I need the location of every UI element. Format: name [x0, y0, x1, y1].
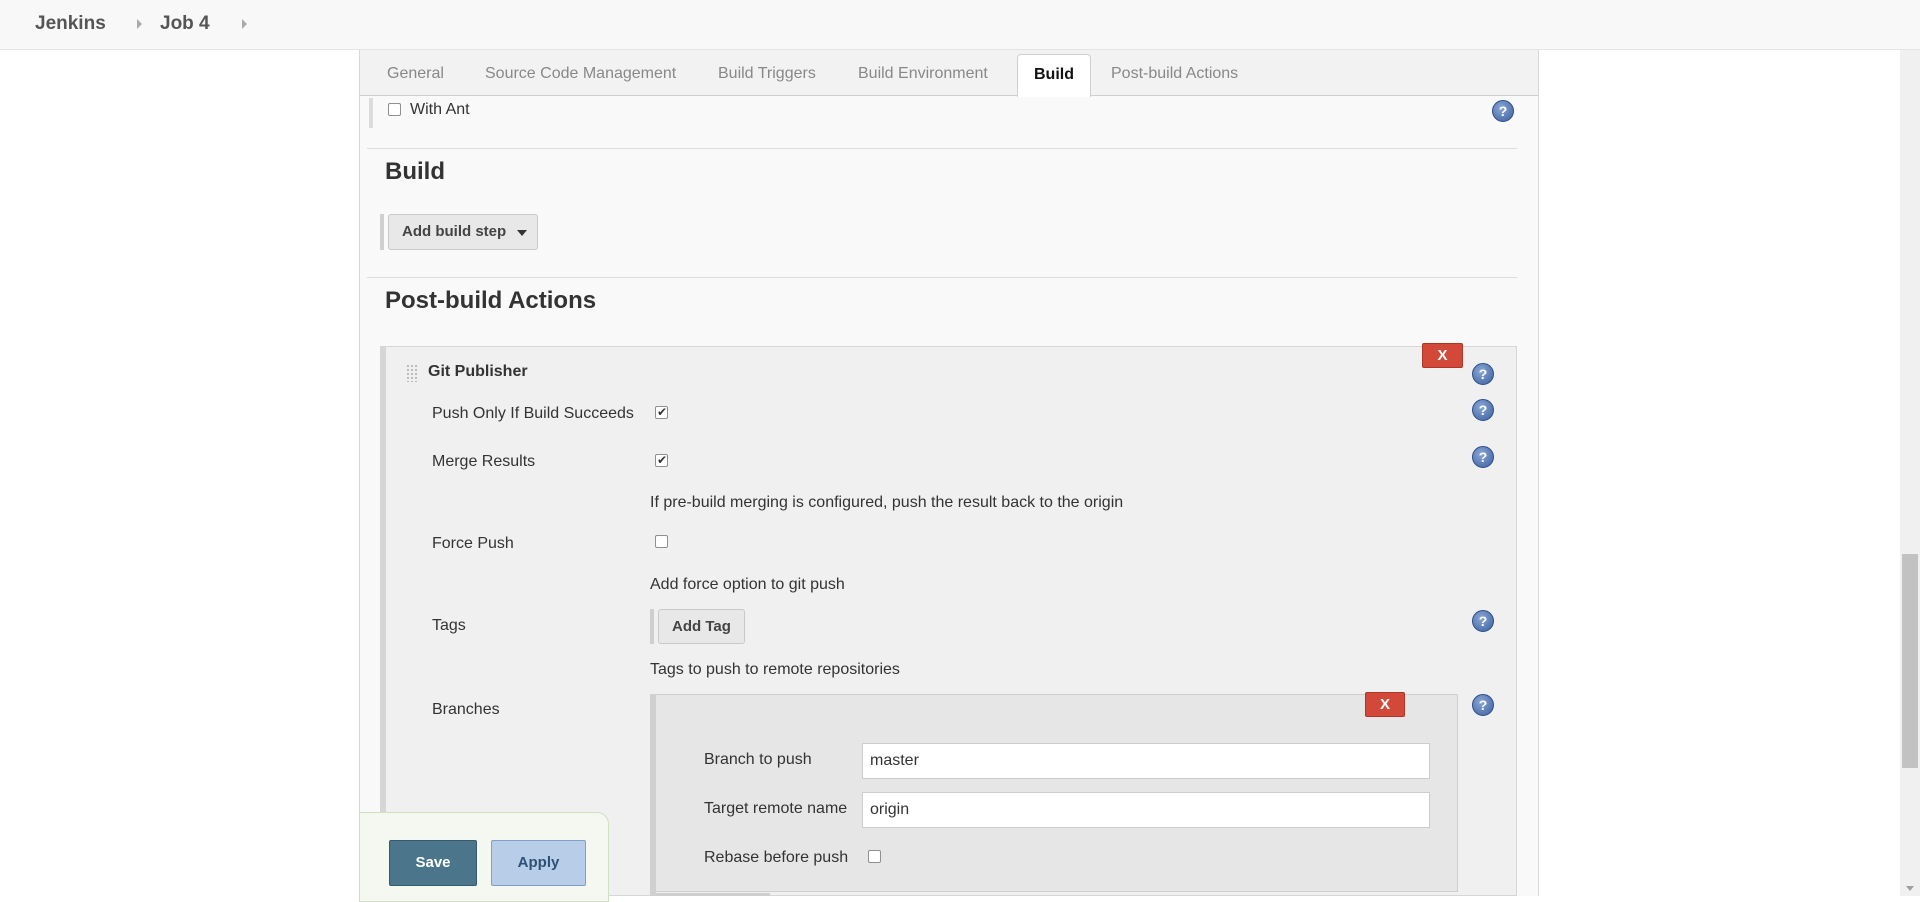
apply-button[interactable]: Apply — [491, 840, 586, 886]
branches-label: Branches — [432, 701, 500, 718]
checkmark-icon: ✔ — [657, 405, 668, 419]
target-remote-label: Target remote name — [704, 800, 848, 817]
tags-description: Tags to push to remote repositories — [650, 661, 900, 678]
post-build-section-title: Post-build Actions — [385, 287, 597, 314]
tab-build-environment[interactable]: Build Environment — [858, 50, 988, 96]
tags-label: Tags — [432, 617, 466, 634]
force-push-description: Add force option to git push — [650, 576, 845, 593]
delete-branch-button[interactable]: X — [1365, 692, 1405, 717]
drag-handle-icon[interactable] — [406, 364, 418, 382]
section-divider — [367, 277, 1517, 278]
breadcrumb-job[interactable]: Job 4 — [160, 13, 210, 35]
branches-help-icon[interactable]: ? — [1472, 694, 1494, 716]
merge-results-description: If pre-build merging is configured, push… — [650, 494, 1124, 511]
save-apply-bar: Save Apply — [359, 812, 609, 902]
add-tag-button[interactable]: Add Tag — [658, 609, 745, 644]
add-tag-bar — [650, 609, 654, 644]
section-left-bar — [369, 98, 373, 128]
git-publisher-help-icon[interactable]: ? — [1472, 363, 1494, 385]
add-build-step-label: Add build step — [402, 223, 507, 240]
save-button[interactable]: Save — [389, 840, 477, 886]
tab-build[interactable]: Build — [1017, 54, 1091, 97]
add-build-step-button[interactable]: Add build step — [388, 214, 538, 250]
with-ant-label: With Ant — [410, 101, 470, 118]
tab-general[interactable]: General — [387, 50, 444, 96]
rebase-before-push-label: Rebase before push — [704, 849, 849, 866]
rebase-before-push-checkbox[interactable] — [868, 850, 881, 863]
scroll-down-arrow-icon[interactable] — [1906, 886, 1914, 891]
add-build-step-bar — [380, 214, 384, 250]
breadcrumb-bar: Jenkins Job 4 — [0, 0, 1920, 50]
section-divider — [367, 148, 1517, 149]
checkmark-icon: ✔ — [657, 453, 668, 467]
breadcrumb-arrow-icon[interactable] — [242, 19, 247, 29]
merge-results-help-icon[interactable]: ? — [1472, 446, 1494, 468]
scrollbar-thumb[interactable] — [1902, 554, 1918, 768]
force-push-label: Force Push — [432, 535, 514, 552]
delete-git-publisher-button[interactable]: X — [1422, 343, 1463, 368]
branch-to-push-input[interactable] — [862, 743, 1430, 779]
push-only-label: Push Only If Build Succeeds — [432, 405, 634, 422]
force-push-checkbox[interactable] — [655, 535, 668, 548]
build-section-title: Build — [385, 158, 445, 185]
tab-post-build-actions[interactable]: Post-build Actions — [1111, 50, 1238, 96]
with-ant-checkbox[interactable] — [388, 103, 401, 116]
page-scrollbar[interactable] — [1900, 50, 1920, 896]
tab-source-code-management[interactable]: Source Code Management — [485, 50, 676, 96]
push-only-help-icon[interactable]: ? — [1472, 399, 1494, 421]
with-ant-help-icon[interactable]: ? — [1492, 100, 1514, 122]
merge-results-label: Merge Results — [432, 453, 536, 470]
merge-results-checkbox[interactable]: ✔ — [655, 453, 668, 467]
push-only-checkbox[interactable]: ✔ — [655, 405, 668, 419]
dropdown-caret-icon — [517, 230, 527, 236]
target-remote-input[interactable] — [862, 792, 1430, 828]
tags-help-icon[interactable]: ? — [1472, 610, 1494, 632]
breadcrumb-arrow-icon[interactable] — [137, 19, 142, 29]
git-publisher-title: Git Publisher — [428, 363, 528, 380]
branch-to-push-label: Branch to push — [704, 751, 812, 768]
config-tab-bar: General Source Code Management Build Tri… — [359, 50, 1539, 97]
breadcrumb-jenkins[interactable]: Jenkins — [35, 13, 106, 35]
tab-build-triggers[interactable]: Build Triggers — [718, 50, 816, 96]
